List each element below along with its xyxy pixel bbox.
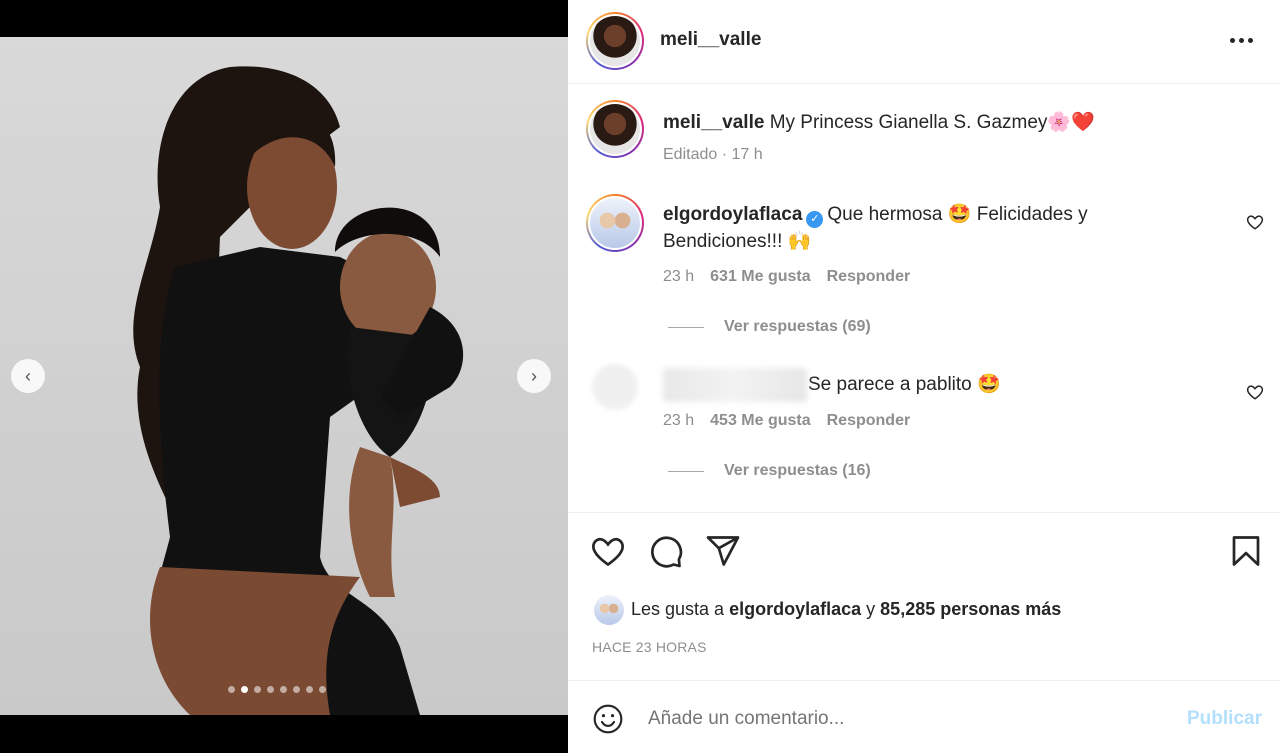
- chevron-left-icon: ‹: [25, 365, 31, 386]
- comment-time: 23 h: [663, 412, 695, 429]
- likes-summary: Les gusta a elgordoylaflaca y 85,285 per…: [631, 599, 1061, 620]
- comments-section: meli__valle My Princess Gianella S. Gazm…: [568, 84, 1280, 512]
- carousel-dot: [254, 686, 261, 693]
- liker-avatar[interactable]: [594, 595, 624, 625]
- emoji-icon[interactable]: [592, 703, 624, 735]
- comment-likes[interactable]: 631 Me gusta: [710, 268, 810, 286]
- comment-time: 23 h: [663, 268, 695, 285]
- photo-illustration: [133, 66, 464, 715]
- comment-username[interactable]: elgordoylaflaca: [663, 204, 802, 225]
- more-icon[interactable]: [1230, 30, 1256, 50]
- caption-username[interactable]: meli__valle: [663, 112, 764, 133]
- post-actions: Les gusta a elgordoylaflaca y 85,285 per…: [568, 512, 1280, 680]
- author-username[interactable]: meli__valle: [660, 29, 761, 51]
- view-replies-button[interactable]: Ver respuestas (16): [668, 462, 871, 480]
- carousel-dot: [280, 686, 287, 693]
- view-replies-button[interactable]: Ver respuestas (69): [668, 318, 871, 336]
- carousel-indicator: [228, 686, 326, 693]
- comment-2-text: Se parece a pablito 🤩: [808, 374, 1001, 395]
- carousel-dot: [306, 686, 313, 693]
- heart-icon[interactable]: [1246, 383, 1264, 401]
- carousel-dot: [319, 686, 326, 693]
- comment-username-blurred[interactable]: [663, 368, 807, 402]
- carousel-prev-button[interactable]: ‹: [11, 359, 45, 393]
- comment-avatar-blurred[interactable]: [592, 364, 638, 410]
- carousel-dot: [267, 686, 274, 693]
- carousel-dot: [241, 686, 248, 693]
- reply-button[interactable]: Responder: [827, 412, 911, 430]
- publish-button[interactable]: Publicar: [1187, 708, 1262, 730]
- carousel-dot: [228, 686, 235, 693]
- caption-avatar[interactable]: [586, 100, 644, 158]
- caption-text: My Princess Gianella S. Gazmey🌸❤️: [769, 112, 1095, 133]
- heart-icon[interactable]: [590, 533, 626, 569]
- view-replies-label: Ver respuestas (16): [724, 462, 871, 479]
- comment-avatar[interactable]: [586, 194, 644, 252]
- likes-others[interactable]: 85,285 personas más: [880, 599, 1061, 619]
- comment-input[interactable]: [648, 705, 1148, 733]
- carousel-dot: [293, 686, 300, 693]
- view-replies-label: Ver respuestas (69): [724, 318, 871, 335]
- caption-meta: Editado · 17 h: [663, 146, 763, 163]
- comment-1: elgordoylaflaca ✓ Que hermosa 🤩 Felicidade…: [663, 201, 1113, 255]
- chevron-right-icon: ›: [531, 365, 537, 386]
- comment-likes[interactable]: 453 Me gusta: [710, 412, 810, 430]
- post-media: ‹ ›: [0, 0, 568, 753]
- carousel-next-button[interactable]: ›: [517, 359, 551, 393]
- comment-1-meta: 23 h 631 Me gusta Responder: [663, 268, 910, 286]
- post-header: meli__valle: [568, 0, 1280, 84]
- comment-icon[interactable]: [648, 533, 684, 569]
- post-photo: [0, 37, 568, 715]
- bookmark-icon[interactable]: [1228, 533, 1264, 569]
- comment-composer: Publicar: [568, 680, 1280, 753]
- verified-badge-icon: ✓: [806, 211, 824, 228]
- likes-user[interactable]: elgordoylaflaca: [729, 599, 861, 619]
- reply-button[interactable]: Responder: [827, 268, 911, 286]
- caption: meli__valle My Princess Gianella S. Gazm…: [663, 109, 1095, 136]
- likes-prefix: Les gusta a: [631, 599, 725, 619]
- post-timestamp: HACE 23 HORAS: [592, 639, 707, 655]
- author-avatar[interactable]: [586, 12, 644, 70]
- heart-icon[interactable]: [1246, 213, 1264, 231]
- instagram-post-view: ‹ › meli__valle meli__valle My Princess …: [0, 0, 1280, 753]
- likes-connector: y: [866, 599, 876, 619]
- comment-2-meta: 23 h 453 Me gusta Responder: [663, 412, 910, 430]
- share-icon[interactable]: [705, 533, 741, 569]
